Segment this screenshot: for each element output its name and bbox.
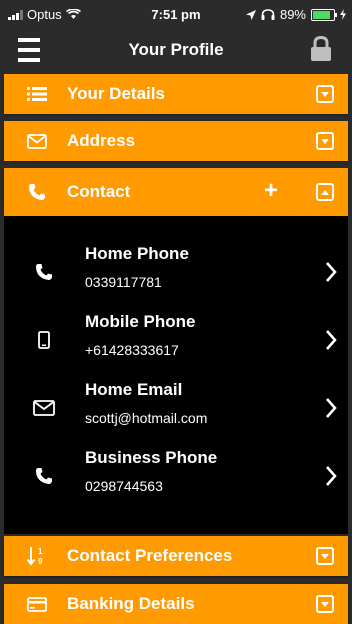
section-label: Your Details (67, 84, 165, 103)
expand-toggle-icon[interactable] (316, 132, 334, 150)
credit-card-icon (26, 593, 48, 615)
section-banking-details[interactable]: Banking Details (4, 584, 348, 624)
phone-icon (32, 260, 56, 284)
top-navbar: Your Profile (0, 28, 352, 72)
expand-toggle-icon[interactable] (316, 547, 334, 565)
expand-toggle-icon[interactable] (316, 85, 334, 103)
status-bar: Optus 7:51 pm 89% (0, 0, 352, 28)
contact-title: Business Phone (85, 448, 218, 467)
contact-value: +61428333617 (85, 342, 179, 358)
charging-bolt-icon (340, 9, 346, 20)
contact-title: Mobile Phone (85, 312, 196, 331)
section-contact[interactable]: Contact + (4, 168, 348, 216)
envelope-icon (26, 130, 48, 152)
sort-numeric-icon: 1 9 (26, 545, 48, 567)
contact-title: Home Phone (85, 244, 189, 263)
section-label: Banking Details (67, 594, 195, 613)
section-label: Address (67, 131, 136, 150)
phone-icon (26, 181, 48, 203)
list-icon (26, 83, 48, 105)
section-contact-preferences[interactable]: 1 9 Contact Preferences (4, 536, 348, 576)
battery-percent: 89% (279, 7, 306, 22)
headphones-icon (261, 9, 275, 20)
section-label: Contact Preferences (67, 546, 233, 565)
expand-toggle-icon[interactable] (316, 595, 334, 613)
location-icon (245, 9, 256, 20)
status-right: 89% (245, 7, 346, 22)
page-title: Your Profile (128, 40, 224, 59)
chevron-right-icon[interactable] (324, 464, 338, 488)
chevron-right-icon[interactable] (324, 328, 338, 352)
section-address[interactable]: Address (4, 121, 348, 161)
mobile-icon (32, 328, 56, 352)
section-your-details[interactable]: Your Details (4, 74, 348, 114)
chevron-right-icon[interactable] (324, 396, 338, 420)
contact-list: Home Phone 0339117781 Mobile Phone +6142… (4, 216, 348, 534)
svg-text:1: 1 (38, 547, 43, 556)
contact-item-home-email[interactable]: Home Email scottj@hotmail.com (4, 376, 348, 444)
contact-value: 0339117781 (85, 274, 162, 290)
contact-item-business-phone[interactable]: Business Phone 0298744563 (4, 444, 348, 512)
collapse-toggle-icon[interactable] (316, 183, 334, 201)
phone-icon (32, 464, 56, 488)
section-label: Contact (67, 182, 131, 201)
contact-value: 0298744563 (85, 478, 163, 494)
envelope-icon (32, 396, 56, 420)
svg-text:9: 9 (38, 557, 43, 566)
app-screen: Optus 7:51 pm 89% Your Profile Your Deta… (0, 0, 352, 624)
contact-item-home-phone[interactable]: Home Phone 0339117781 (4, 240, 348, 308)
add-contact-button[interactable]: + (264, 179, 278, 203)
contact-value: scottj@hotmail.com (85, 410, 208, 426)
lock-icon[interactable] (310, 36, 332, 62)
contact-item-mobile-phone[interactable]: Mobile Phone +61428333617 (4, 308, 348, 376)
contact-title: Home Email (85, 380, 183, 399)
chevron-right-icon[interactable] (324, 260, 338, 284)
battery-icon (311, 8, 337, 21)
